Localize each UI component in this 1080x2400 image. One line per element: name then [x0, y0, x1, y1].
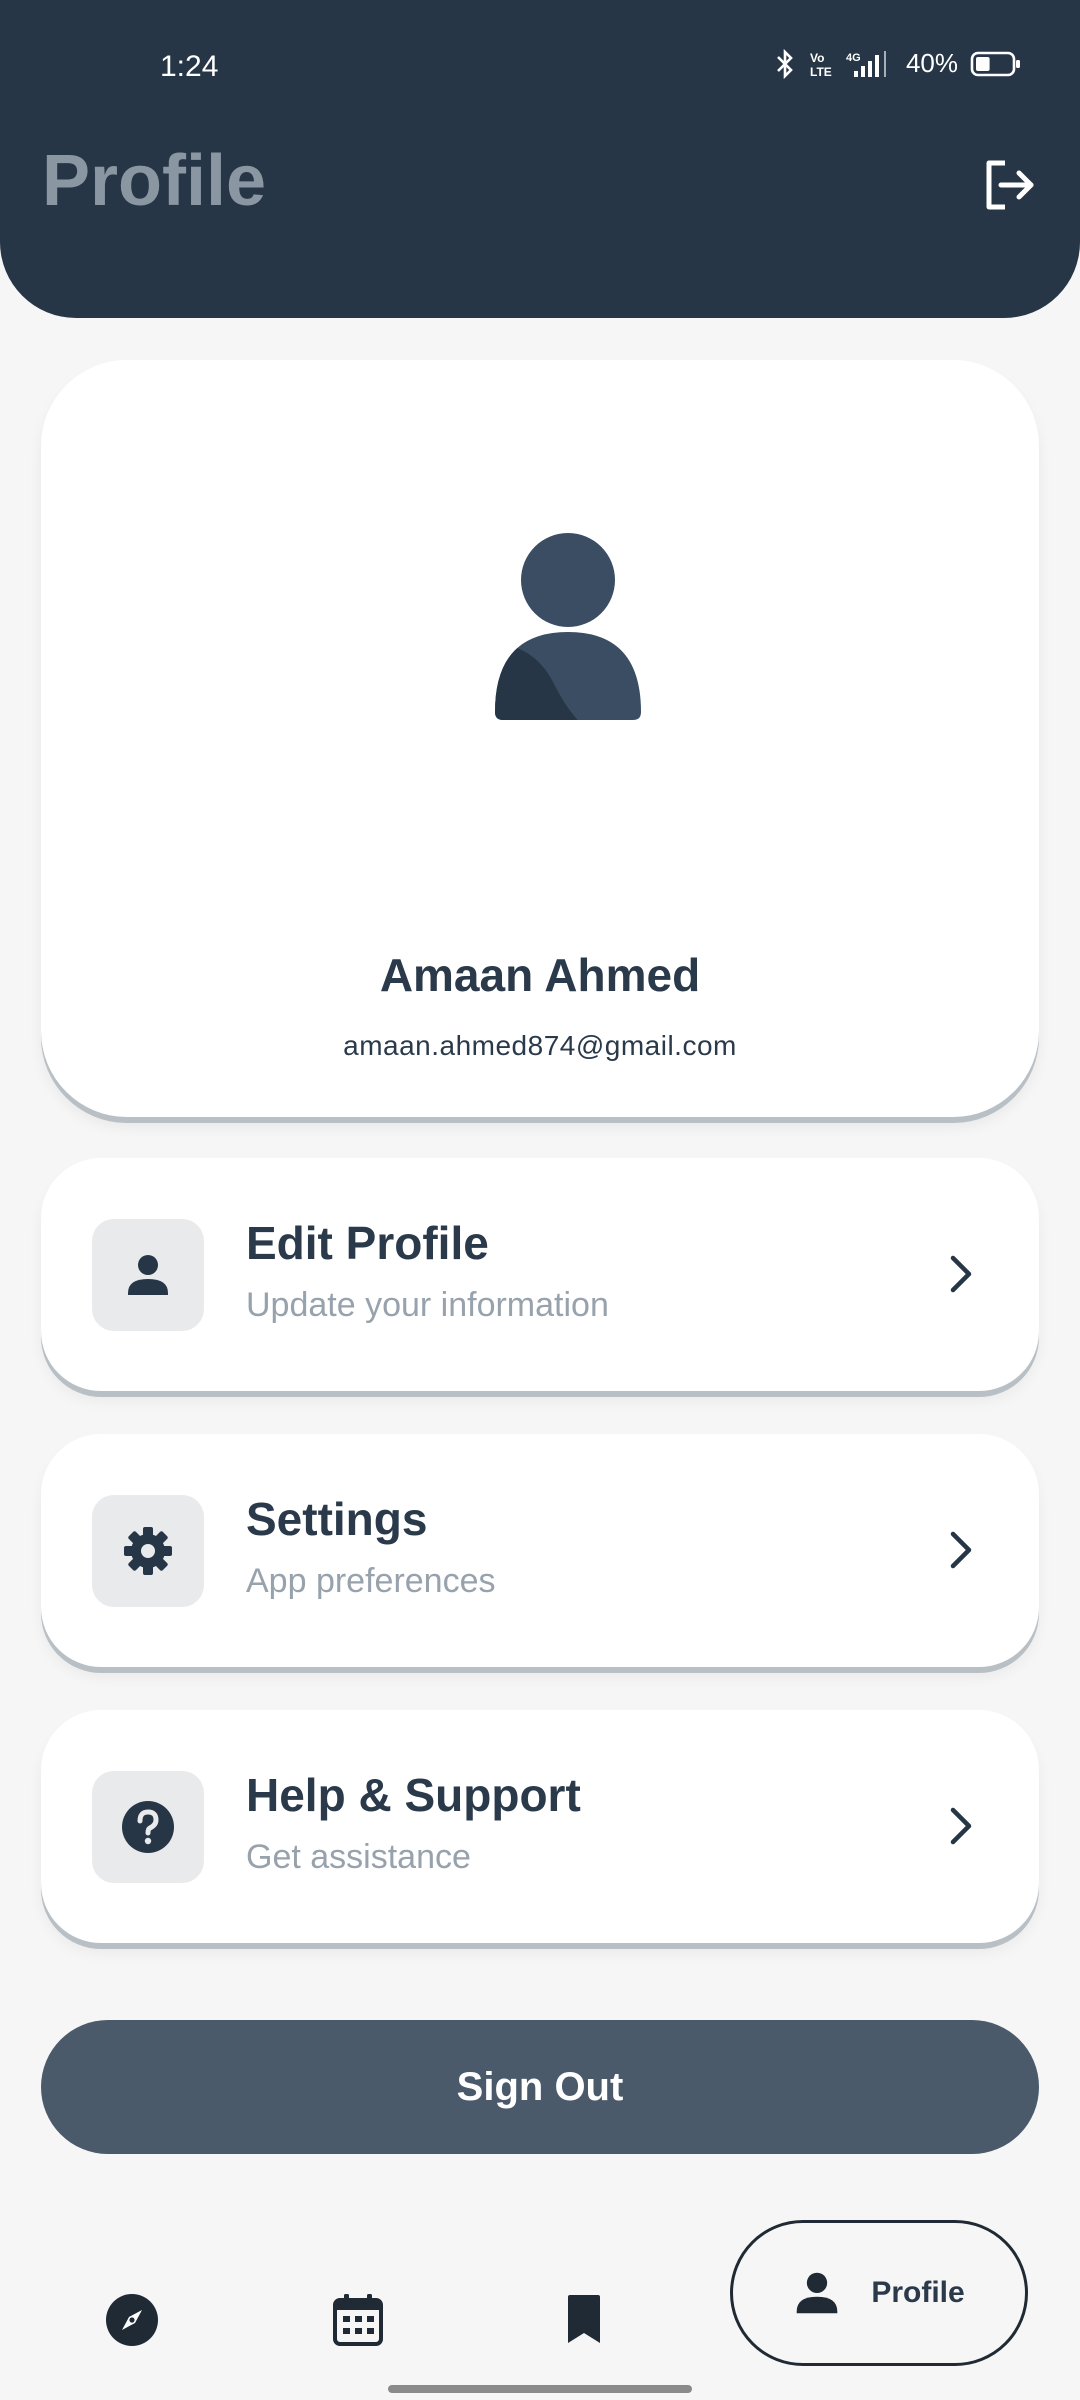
- chevron-right-icon: [950, 1531, 972, 1569]
- sign-out-button[interactable]: Sign Out: [41, 2020, 1039, 2154]
- bookmark-icon: [568, 2295, 600, 2343]
- menu-icon-box: [92, 1495, 204, 1607]
- logout-icon: [986, 160, 1034, 210]
- nav-saved[interactable]: [554, 2290, 614, 2350]
- help-icon: [122, 1801, 174, 1853]
- volte-icon: Vo LTE: [810, 51, 832, 79]
- chevron-right-icon: [950, 1807, 972, 1845]
- menu-item-title: Help & Support: [246, 1769, 581, 1821]
- chevron-right-icon: [950, 1255, 972, 1293]
- avatar-icon: [495, 533, 641, 720]
- menu-item-subtitle: App preferences: [246, 1562, 496, 1600]
- bluetooth-icon: [777, 48, 793, 79]
- menu-icon-box: [92, 1771, 204, 1883]
- battery-icon: [970, 51, 1020, 76]
- home-indicator[interactable]: [388, 2385, 692, 2393]
- network-type-label: 4G: [846, 52, 861, 64]
- signal-icon: 4G: [846, 50, 886, 77]
- nav-profile-label: Profile: [871, 2276, 965, 2309]
- menu-item-subtitle: Update your information: [246, 1286, 609, 1324]
- profile-card: Amaan Ahmed amaan.ahmed874@gmail.com: [41, 360, 1039, 1117]
- profile-name: Amaan Ahmed: [379, 949, 701, 1001]
- gear-icon: [124, 1527, 172, 1575]
- menu-item-edit-profile[interactable]: Edit Profile Update your information: [41, 1158, 1039, 1391]
- menu-item-help-support[interactable]: Help & Support Get assistance: [41, 1710, 1039, 1943]
- app-header: 1:24 Vo LTE 4G 40% Profile: [0, 0, 1080, 318]
- bottom-nav: Profile: [0, 2210, 1080, 2366]
- calendar-icon: [333, 2294, 383, 2346]
- nav-profile[interactable]: Profile: [730, 2220, 1028, 2366]
- nav-calendar[interactable]: [328, 2290, 388, 2350]
- nav-explore[interactable]: [102, 2290, 162, 2350]
- menu-item-settings[interactable]: Settings App preferences: [41, 1434, 1039, 1667]
- svg-text:Vo: Vo: [810, 51, 824, 65]
- battery-percent: 40%: [905, 48, 958, 78]
- compass-icon: [106, 2294, 158, 2346]
- person-icon: [797, 2272, 838, 2314]
- menu-item-title: Edit Profile: [246, 1217, 489, 1269]
- status-icons: Vo LTE 4G 40%: [774, 48, 1022, 79]
- svg-text:LTE: LTE: [810, 65, 832, 79]
- menu-icon-box: [92, 1219, 204, 1331]
- person-icon: [128, 1255, 168, 1295]
- menu-item-subtitle: Get assistance: [246, 1838, 471, 1876]
- page-title: Profile: [42, 141, 267, 221]
- logout-button[interactable]: [974, 150, 1044, 220]
- status-time: 1:24: [160, 50, 219, 83]
- menu-item-title: Settings: [246, 1493, 428, 1545]
- profile-email: amaan.ahmed874@gmail.com: [343, 1030, 737, 1061]
